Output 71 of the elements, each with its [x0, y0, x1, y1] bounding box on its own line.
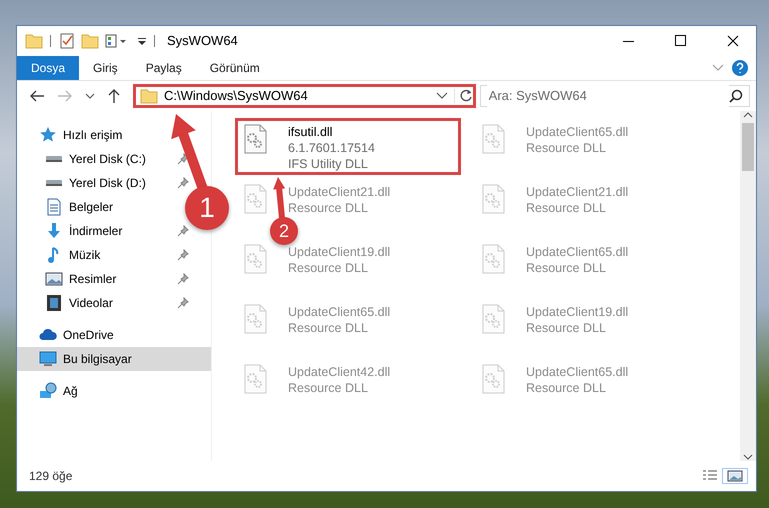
navigation-item[interactable]: Hızlı erişim — [39, 126, 122, 144]
scroll-down-icon[interactable] — [743, 453, 753, 461]
navigation-item[interactable]: Belgeler — [45, 198, 114, 216]
folder-icon[interactable] — [25, 32, 43, 50]
navigation-item[interactable]: Ağ — [39, 382, 78, 400]
navigation-item[interactable]: Resimler — [45, 270, 116, 288]
scroll-up-icon[interactable] — [743, 111, 753, 119]
navigation-item[interactable]: Videolar — [45, 294, 113, 312]
address-bar[interactable]: C:\Windows\SysWOW64 — [133, 84, 476, 108]
navigation-item[interactable]: İndirmeler — [45, 222, 122, 240]
navigation-item[interactable]: Yerel Disk (D:) — [45, 174, 146, 192]
file-detail: Resource DLL — [288, 260, 369, 276]
navigation-item[interactable]: Bu bilgisayar — [17, 347, 211, 371]
window-title: SysWOW64 — [167, 32, 238, 50]
drive-icon — [45, 155, 63, 163]
file-name[interactable]: ifsutil.dll — [288, 124, 375, 140]
pin-icon[interactable] — [177, 225, 189, 237]
callout-arrow — [273, 177, 286, 218]
large-icons-view-button[interactable] — [722, 468, 748, 484]
separator-icon — [153, 33, 157, 49]
file-detail: Resource DLL — [526, 380, 607, 396]
file-detail: Resource DLL — [288, 320, 369, 336]
scrollbar[interactable] — [740, 111, 756, 461]
pin-icon[interactable] — [177, 249, 189, 261]
pin-icon[interactable] — [177, 297, 189, 309]
down-arrow-icon — [45, 222, 63, 240]
forward-arrow-icon — [57, 89, 73, 103]
network-icon — [39, 382, 57, 400]
ribbon-tab[interactable]: Görünüm — [196, 56, 274, 80]
ribbon-tab[interactable]: Giriş — [79, 56, 132, 80]
film-icon — [45, 294, 63, 312]
help-icon[interactable] — [732, 60, 748, 76]
navigation-item[interactable]: Müzik — [45, 246, 100, 264]
search-field[interactable]: Ara: SysWOW64 — [480, 85, 750, 107]
search-icon — [729, 89, 743, 103]
ribbon-tab[interactable]: Paylaş — [132, 56, 196, 80]
picture-icon — [727, 469, 743, 483]
chevron-down-icon — [85, 92, 95, 100]
folder-icon — [140, 87, 158, 105]
drive-icon — [45, 179, 63, 187]
file-detail: Resource DLL — [526, 260, 607, 276]
file-detail: Resource DLL — [526, 140, 607, 156]
file-detail: 6.1.7601.17514 — [288, 140, 375, 156]
file-detail: Resource DLL — [288, 200, 369, 216]
star-icon — [39, 126, 57, 144]
address-field[interactable]: C:\Windows\SysWOW64 — [164, 86, 430, 106]
file-detail: IFS Utility DLL — [288, 156, 369, 172]
file-detail: Resource DLL — [526, 320, 607, 336]
maximize-icon — [675, 35, 687, 47]
document-icon — [45, 198, 63, 216]
file-detail: Resource DLL — [288, 380, 369, 396]
separator-icon — [49, 33, 53, 49]
refresh-icon[interactable] — [458, 89, 473, 103]
scrollbar-thumb[interactable] — [742, 123, 754, 171]
pin-icon[interactable] — [177, 273, 189, 285]
pin-icon[interactable] — [177, 177, 189, 189]
navigation-item[interactable]: OneDrive — [39, 326, 114, 344]
navigation-item[interactable]: Yerel Disk (C:) — [45, 150, 146, 168]
up-arrow-icon — [107, 88, 121, 104]
ribbon-tab[interactable]: Dosya — [17, 56, 80, 80]
properties-icon[interactable] — [59, 32, 75, 50]
picture-icon — [45, 270, 63, 288]
expand-ribbon-icon[interactable] — [712, 63, 724, 73]
chevron-down-icon[interactable] — [436, 92, 448, 100]
item-count: 129 öğe — [29, 468, 72, 485]
back-arrow-icon — [29, 89, 45, 103]
pin-icon[interactable] — [177, 153, 189, 165]
new-folder-icon[interactable] — [81, 32, 99, 50]
monitor-icon — [39, 350, 57, 368]
file-detail: Resource DLL — [526, 200, 607, 216]
close-icon — [727, 35, 739, 47]
